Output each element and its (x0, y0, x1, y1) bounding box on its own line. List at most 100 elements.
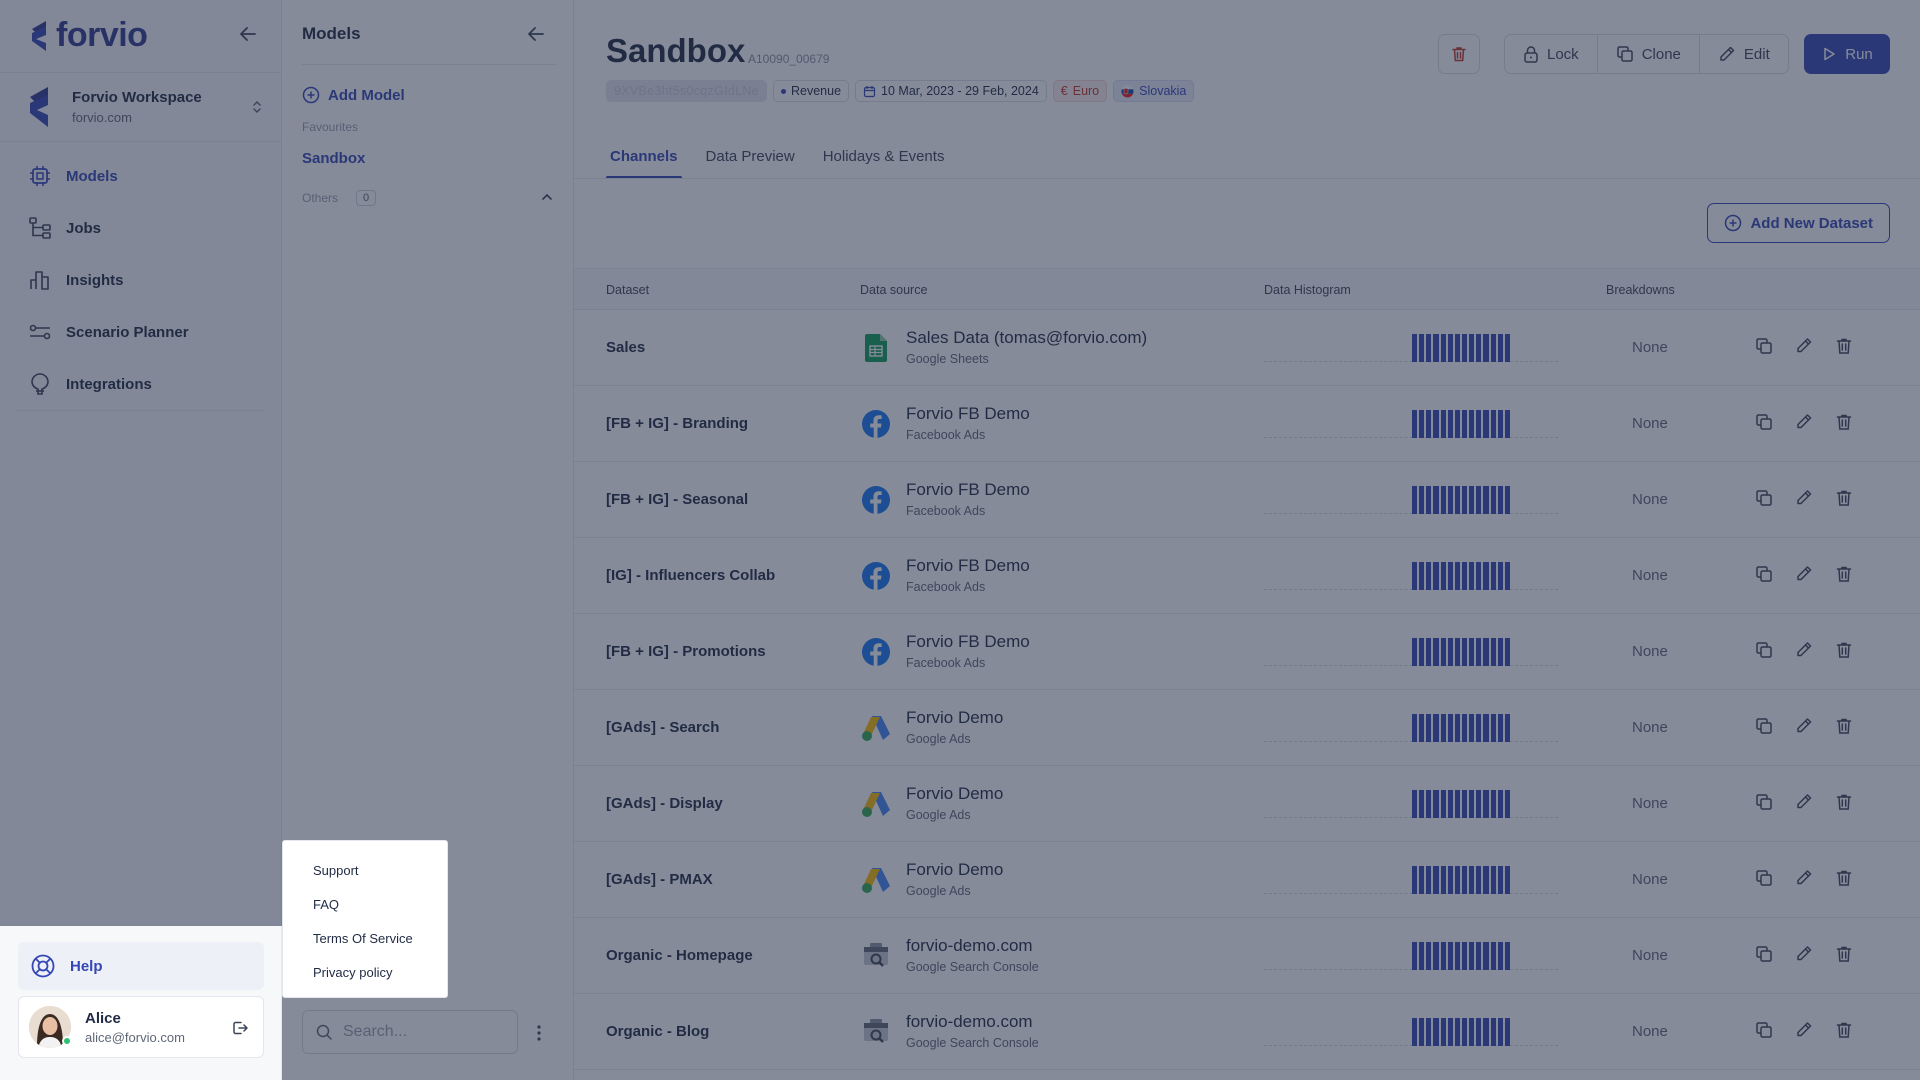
run-button[interactable]: Run (1804, 34, 1890, 74)
trash-icon[interactable] (1834, 412, 1854, 432)
table-row[interactable]: [GAds] - PMAX Forvio Demo Google Ads None (574, 842, 1920, 918)
pencil-icon[interactable] (1794, 640, 1814, 660)
model-search-field[interactable] (302, 1010, 518, 1054)
table-row[interactable]: [FB + IG] - Promotions Forvio FB Demo Face… (574, 614, 1920, 690)
trash-icon[interactable] (1834, 716, 1854, 736)
table-row[interactable]: Organic - Homepage forvio-demo.com Google … (574, 918, 1920, 994)
collapse-models-button[interactable] (526, 24, 546, 44)
row-actions (1754, 716, 1854, 736)
histogram-bar (1419, 638, 1425, 666)
table-row[interactable]: Sales Sales Data (tomas@forvio.com) Google… (574, 310, 1920, 386)
trash-icon[interactable] (1834, 488, 1854, 508)
table-row[interactable]: [GAds] - Search Forvio Demo Google Ads None (574, 690, 1920, 766)
trash-icon[interactable] (1834, 336, 1854, 356)
trash-icon[interactable] (1834, 944, 1854, 964)
favourites-label: Favourites (302, 120, 359, 134)
source-title: Sales Data (tomas@forvio.com) (906, 328, 1148, 347)
histogram-bar (1461, 486, 1468, 514)
histogram-bar (1504, 866, 1510, 894)
delete-model-button[interactable] (1438, 34, 1480, 74)
workspace-name: Forvio Workspace (72, 89, 202, 106)
pencil-icon[interactable] (1794, 336, 1814, 356)
trash-icon[interactable] (1834, 1020, 1854, 1040)
help-menu-faq[interactable]: FAQ (283, 887, 447, 921)
others-group-toggle[interactable]: Others 0 (302, 188, 558, 208)
workspace-domain: forvio.com (72, 110, 132, 125)
model-search-input[interactable] (343, 1023, 503, 1041)
table-row[interactable]: [FB + IG] - Seasonal Forvio FB Demo Facebo… (574, 462, 1920, 538)
slovakia-flag-icon (1121, 85, 1134, 97)
user-card[interactable]: Alice alice@forvio.com (18, 996, 264, 1058)
pencil-icon[interactable] (1794, 868, 1814, 888)
histogram-bar (1433, 638, 1439, 666)
add-model-button[interactable]: Add Model (302, 86, 405, 104)
table-row[interactable]: [GAds] - Display Forvio Demo Google Ads Non… (574, 766, 1920, 842)
tab-data-preview[interactable]: Data Preview (702, 140, 799, 179)
data-histogram (1264, 334, 1558, 362)
duplicate-icon[interactable] (1754, 792, 1774, 812)
lock-button[interactable]: Lock (1505, 35, 1598, 73)
pencil-icon[interactable] (1794, 792, 1814, 812)
tab-holidays-events[interactable]: Holidays & Events (819, 140, 949, 179)
nav-item-models[interactable]: Models (0, 150, 281, 202)
help-menu-terms-of-service[interactable]: Terms Of Service (283, 921, 447, 955)
nav-item-scenario-planner[interactable]: Scenario Planner (0, 306, 281, 358)
edit-button[interactable]: Edit (1700, 35, 1788, 73)
histogram-bar (1490, 714, 1496, 742)
table-row[interactable]: [FB + IG] - Branding Forvio FB Demo Facebo… (574, 386, 1920, 462)
help-button[interactable]: Help (18, 942, 264, 990)
duplicate-icon[interactable] (1754, 868, 1774, 888)
model-key-tag[interactable]: 9XVBe3ht5s0cqzGIdLNe (606, 80, 767, 102)
trash-icon[interactable] (1834, 640, 1854, 660)
table-body: Sales Sales Data (tomas@forvio.com) Google… (574, 310, 1920, 1070)
pencil-icon[interactable] (1794, 944, 1814, 964)
more-options-button[interactable] (536, 1024, 542, 1042)
workspace-switcher[interactable]: Forvio Workspace forvio.com (0, 72, 281, 142)
pencil-icon[interactable] (1794, 412, 1814, 432)
histogram-bar (1412, 714, 1418, 742)
data-histogram (1264, 714, 1558, 742)
duplicate-icon[interactable] (1754, 1020, 1774, 1040)
datasets-table: Dataset Data source Data Histogram Break… (574, 268, 1920, 1070)
duplicate-icon[interactable] (1754, 716, 1774, 736)
pencil-icon[interactable] (1794, 488, 1814, 508)
pencil-icon[interactable] (1794, 1020, 1814, 1040)
duplicate-icon[interactable] (1754, 944, 1774, 964)
pencil-icon[interactable] (1794, 716, 1814, 736)
nav-item-insights[interactable]: Insights (0, 254, 281, 306)
trash-icon[interactable] (1834, 564, 1854, 584)
clone-button[interactable]: Clone (1598, 35, 1700, 73)
histogram-bar (1490, 866, 1496, 894)
pencil-icon[interactable] (1794, 564, 1814, 584)
table-row[interactable]: [IG] - Influencers Collab Forvio FB Demo F… (574, 538, 1920, 614)
add-new-dataset-button[interactable]: Add New Dataset (1707, 203, 1890, 243)
table-row[interactable]: Organic - Blog forvio-demo.com Google Sear… (574, 994, 1920, 1070)
row-actions (1754, 488, 1854, 508)
forvio-logo[interactable]: forvio (30, 16, 148, 55)
help-menu-privacy-policy[interactable]: Privacy policy (283, 955, 447, 989)
logo-text: forvio (56, 16, 148, 54)
histogram-bar (1454, 562, 1460, 590)
duplicate-icon[interactable] (1754, 412, 1774, 432)
histogram-bar (1426, 714, 1432, 742)
histogram-bar (1461, 562, 1468, 590)
logout-button[interactable] (231, 1019, 249, 1037)
nav-item-integrations[interactable]: Integrations (0, 358, 281, 410)
histogram-bar (1504, 334, 1510, 362)
histogram-bar (1412, 410, 1418, 438)
row-actions (1754, 564, 1854, 584)
histogram-bar (1412, 790, 1418, 818)
trash-icon[interactable] (1834, 792, 1854, 812)
duplicate-icon[interactable] (1754, 564, 1774, 584)
model-link-sandbox[interactable]: Sandbox (302, 150, 365, 167)
help-menu-support[interactable]: Support (283, 853, 447, 887)
duplicate-icon[interactable] (1754, 336, 1774, 356)
tab-channels[interactable]: Channels (606, 140, 682, 179)
trash-icon[interactable] (1834, 868, 1854, 888)
duplicate-icon[interactable] (1754, 488, 1774, 508)
histogram-bar (1504, 410, 1510, 438)
collapse-sidebar-button[interactable] (238, 24, 258, 44)
duplicate-icon[interactable] (1754, 640, 1774, 660)
nav-item-jobs[interactable]: Jobs (0, 202, 281, 254)
others-label: Others (302, 191, 339, 205)
